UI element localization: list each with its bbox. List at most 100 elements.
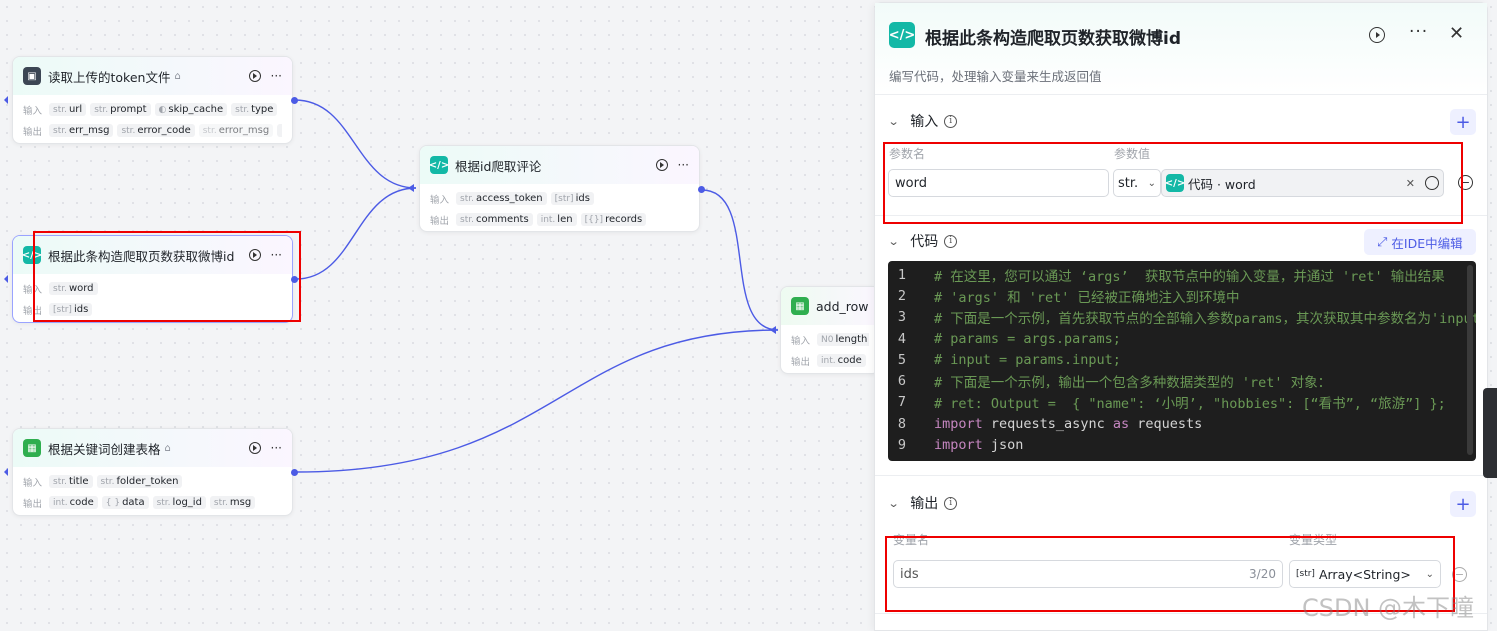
more-params-chip[interactable]: ··· (277, 124, 282, 137)
output-port[interactable] (291, 469, 298, 476)
output-row: 输出 int.code { } (791, 350, 869, 371)
watermark: CSDN @木下瞳 (1302, 594, 1475, 622)
chevron-down-icon: ⌄ (1147, 177, 1156, 189)
input-label: 输入 (23, 105, 43, 117)
output-section-header[interactable]: ⌄ 输出 i (888, 493, 958, 513)
param-value-text: 代码 · word (1188, 176, 1256, 192)
more-icon[interactable]: ··· (1409, 22, 1428, 42)
table-node-icon: ▦ (23, 439, 41, 457)
column-label-var-name: 变量名 (893, 533, 930, 547)
more-icon[interactable]: ··· (271, 441, 282, 455)
info-icon[interactable]: i (944, 496, 958, 510)
add-output-button[interactable]: + (1450, 491, 1476, 517)
code-node-icon: </> (429, 156, 449, 174)
param-chip: str. url (49, 103, 87, 116)
code-line[interactable]: 5 # input = params.input; (888, 349, 1476, 370)
param-chip: [str] ids (550, 192, 594, 205)
param-chip: str. msg (209, 496, 256, 509)
node-config-panel: </> 根据此条构造爬取页数获取微博id ··· ✕ 编写代码，处理输入变量来生… (874, 2, 1488, 631)
more-icon[interactable]: ··· (271, 69, 282, 83)
chevron-down-icon[interactable]: ⌄ (888, 235, 900, 248)
info-icon[interactable]: i (944, 234, 958, 248)
more-icon[interactable]: ··· (271, 248, 282, 262)
column-label-param-name: 参数名 (889, 147, 926, 161)
side-toolbar-widget[interactable] (1483, 388, 1497, 478)
node-get-weibo-id[interactable]: </> 根据此条构造爬取页数获取微博id ··· 输入 str. word 输出 … (12, 235, 293, 323)
output-var-name-input[interactable]: ids 3/20 (893, 560, 1283, 588)
panel-description[interactable]: 编写代码，处理输入变量来生成返回值 (889, 66, 1102, 85)
param-chip: str. type (231, 103, 278, 116)
variable-picker-icon[interactable] (1425, 176, 1439, 190)
param-type-select[interactable]: str. ⌄ (1113, 169, 1161, 197)
line-number: 4 (897, 330, 906, 347)
input-label: 输入 (23, 477, 43, 489)
param-type-value: str. (1118, 175, 1139, 191)
node-header: ▣ 读取上传的token文件 ⌂ ··· (13, 57, 292, 95)
node-add-rows[interactable]: ▦ add_rows 输入 N0length 输出 int.code { } (780, 286, 880, 374)
output-port[interactable] (698, 186, 705, 193)
code-node-icon: </> (1165, 174, 1185, 192)
node-title: 根据此条构造爬取页数获取微博id (48, 248, 235, 264)
node-title: 读取上传的token文件 (48, 69, 171, 85)
edge-tokenfile-to-crawl (294, 99, 417, 189)
line-number: 8 (897, 415, 906, 432)
param-chip: str. err_msg (49, 124, 114, 137)
output-var-type-select[interactable]: [str] Array<String> ⌄ (1289, 560, 1441, 588)
code-line[interactable]: 3 # 下面是一个示例，首先获取节点的全部输入参数params，其次获取其中参数名… (888, 307, 1476, 328)
section-title: 代码 (910, 234, 939, 250)
panel-header: </> 根据此条构造爬取页数获取微博id ··· ✕ 编写代码，处理输入变量来生… (875, 3, 1487, 95)
run-icon[interactable] (248, 442, 261, 454)
node-title: 根据关键词创建表格 (48, 441, 161, 457)
param-name-input[interactable]: word (888, 169, 1109, 197)
node-crawl-comments[interactable]: </> 根据id爬取评论 ··· 输入 str. access_token [st… (419, 145, 700, 232)
code-comment: # params = args.params; (934, 330, 1121, 347)
param-value-reference[interactable]: </> 代码 · word ✕ (1161, 169, 1444, 197)
node-title: add_rows (816, 298, 869, 314)
code-line[interactable]: 2 # 'args' 和 'ret' 已经被正确地注入到环境中 (888, 285, 1476, 306)
close-icon[interactable]: ✕ (1449, 23, 1464, 44)
run-icon[interactable] (248, 70, 261, 82)
char-counter: 3/20 (1249, 567, 1276, 581)
input-row: 输入 str. title str. folder_token (23, 471, 282, 492)
code-line[interactable]: 9 import json (888, 434, 1476, 455)
node-title: 根据id爬取评论 (455, 158, 542, 174)
code-comment: # 在这里，您可以通过 ‘args’ 获取节点中的输入变量，并通过 'ret' … (934, 268, 1445, 285)
image-node-icon: ▣ (23, 67, 41, 85)
code-line[interactable]: 4 # params = args.params; (888, 328, 1476, 349)
edit-in-ide-button[interactable]: ⤢ 在IDE中编辑 (1364, 229, 1476, 255)
param-chip: str. error_msg (198, 124, 274, 137)
add-input-button[interactable]: + (1450, 109, 1476, 135)
info-icon[interactable]: i (944, 114, 958, 128)
output-row: 输出 str. err_msg str. error_code str. error_… (23, 120, 282, 141)
node-create-table[interactable]: ▦ 根据关键词创建表格 ⌂ ··· 输入 str. title str. folde… (12, 428, 293, 516)
run-icon[interactable] (248, 249, 261, 261)
output-label: 输出 (23, 498, 43, 510)
chevron-down-icon[interactable]: ⌄ (888, 497, 900, 510)
input-section-header[interactable]: ⌄ 输入 i (888, 111, 958, 131)
param-chip: str. word (49, 282, 98, 295)
code-line[interactable]: 1 # 在这里，您可以通过 ‘args’ 获取节点中的输入变量，并通过 'ret'… (888, 264, 1476, 285)
edge-crawl-to-addrows (701, 189, 779, 331)
code-section-header[interactable]: ⌄ 代码 i (888, 231, 958, 251)
code-line[interactable]: 6 # 下面是一个示例，输出一个包含多种数据类型的 'ret' 对象： (888, 370, 1476, 391)
input-label: 输入 (791, 335, 811, 347)
param-chip: N0 length (817, 333, 869, 346)
remove-output-icon[interactable]: − (1452, 567, 1467, 582)
code-line[interactable]: 8 import requests_async as requests (888, 413, 1476, 434)
remove-param-icon[interactable]: − (1458, 175, 1473, 190)
panel-title[interactable]: 根据此条构造爬取页数获取微博id (925, 24, 1181, 49)
chevron-down-icon: ⌄ (1425, 568, 1434, 580)
run-icon[interactable] (1369, 27, 1385, 43)
clear-icon[interactable]: ✕ (1406, 177, 1415, 190)
code-line[interactable]: 7 # ret: Output = { "name": ‘小明’, "hobbie… (888, 392, 1476, 413)
output-port[interactable] (291, 276, 298, 283)
code-keyword: as (1112, 415, 1130, 432)
output-port[interactable] (291, 97, 298, 104)
run-icon[interactable] (655, 159, 668, 171)
code-editor[interactable]: 1 # 在这里，您可以通过 ‘args’ 获取节点中的输入变量，并通过 'ret'… (888, 261, 1476, 461)
node-read-token-file[interactable]: ▣ 读取上传的token文件 ⌂ ··· 输入 str. url str. prom… (12, 56, 293, 144)
scrollbar[interactable] (1467, 265, 1473, 455)
node-header: ▦ 根据关键词创建表格 ⌂ ··· (13, 429, 292, 467)
chevron-down-icon[interactable]: ⌄ (888, 115, 900, 128)
more-icon[interactable]: ··· (678, 158, 689, 172)
